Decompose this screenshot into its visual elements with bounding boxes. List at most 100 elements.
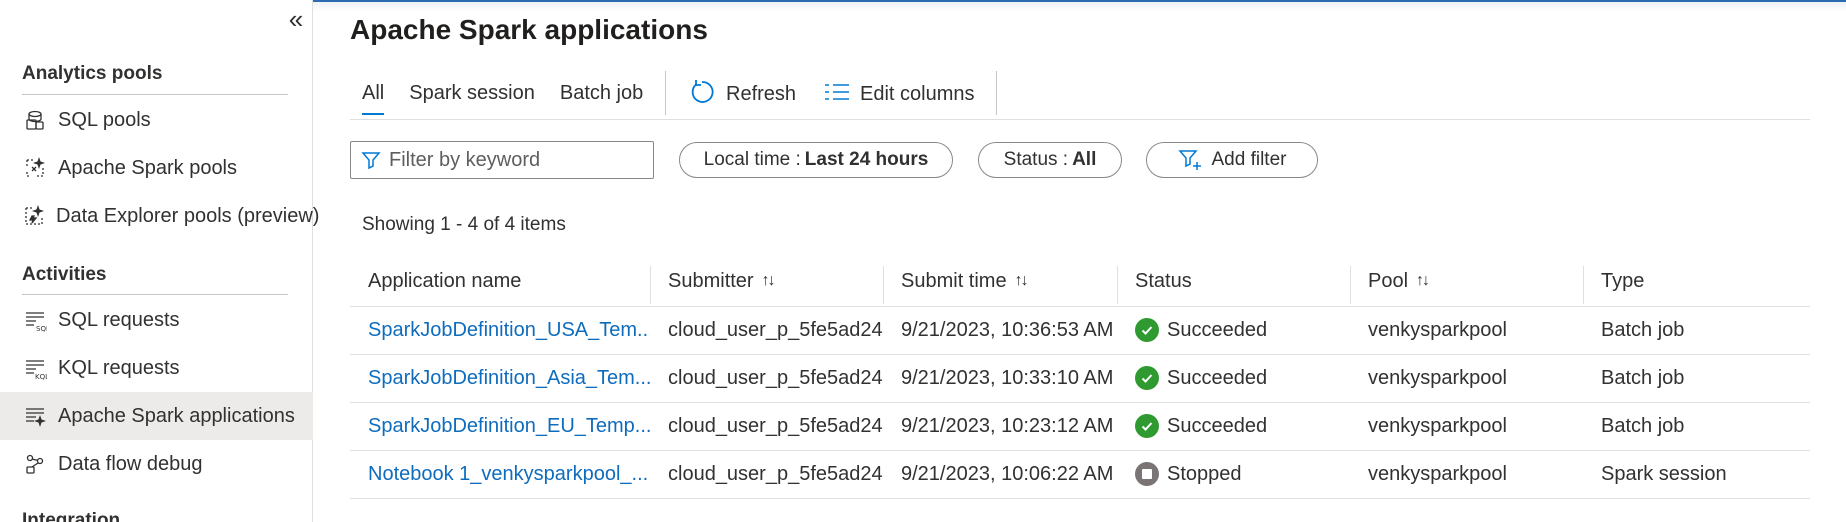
section-header-activities: Activities <box>22 264 107 285</box>
table-row[interactable]: SparkJobDefinition_EU_Temp... cloud_user… <box>350 402 1810 451</box>
sql-pools-icon <box>22 107 48 133</box>
add-filter-label: Add filter <box>1211 149 1287 170</box>
filter-keyword-field[interactable] <box>350 141 654 179</box>
spark-pools-icon <box>22 155 48 181</box>
item-count-text: Showing 1 - 4 of 4 items <box>362 214 566 235</box>
status-text: Succeeded <box>1167 318 1268 341</box>
status-cell: Succeeded <box>1117 354 1350 403</box>
status-filter-pill[interactable]: Status : All <box>978 142 1122 178</box>
column-header-label: Submit time <box>901 270 1007 293</box>
filter-keyword-input[interactable] <box>389 148 639 172</box>
status-text: Succeeded <box>1167 414 1268 437</box>
submit-time-cell: 9/21/2023, 10:36:53 AM <box>883 306 1117 355</box>
sidebar-item-data-explorer-pools[interactable]: Data Explorer pools (preview) <box>0 192 319 240</box>
column-header-pool[interactable]: Pool ↑↓ <box>1350 258 1583 307</box>
pool-cell: venkysparkpool <box>1350 402 1583 451</box>
status-cell: Succeeded <box>1117 402 1350 451</box>
table-row[interactable]: SparkJobDefinition_Asia_Tem... cloud_use… <box>350 354 1810 403</box>
status-cell: Succeeded <box>1117 306 1350 355</box>
table-header-row: Application name Submitter ↑↓ Submit time… <box>350 258 1810 307</box>
toolbar-separator <box>665 71 666 115</box>
column-header-type[interactable]: Type <box>1583 258 1810 307</box>
submit-time-cell: 9/21/2023, 10:23:12 AM <box>883 402 1117 451</box>
column-header-submitter[interactable]: Submitter ↑↓ <box>650 258 883 307</box>
svg-text:KQL: KQL <box>35 373 47 380</box>
status-filter-value: All <box>1072 149 1097 170</box>
submit-time-cell: 9/21/2023, 10:33:10 AM <box>883 354 1117 403</box>
sidebar-item-label: KQL requests <box>58 356 180 379</box>
collapse-sidebar-button[interactable]: « <box>284 6 308 32</box>
checkmark-icon <box>1135 366 1159 390</box>
edit-columns-button[interactable]: Edit columns <box>824 78 975 110</box>
sidebar-item-data-flow-debug[interactable]: Data flow debug <box>0 440 313 488</box>
local-time-value: Last 24 hours <box>804 149 929 170</box>
type-cell: Spark session <box>1583 450 1810 499</box>
filter-icon <box>361 150 381 170</box>
sort-icon[interactable]: ↑↓ <box>1015 272 1029 290</box>
refresh-button[interactable]: Refresh <box>688 78 796 110</box>
sidebar-item-apache-spark-applications[interactable]: Apache Spark applications <box>0 392 313 440</box>
sidebar-item-label: SQL pools <box>58 108 151 131</box>
svg-text:SQL: SQL <box>36 325 47 332</box>
page-title: Apache Spark applications <box>350 14 708 45</box>
sidebar-item-sql-requests[interactable]: SQL SQL requests <box>0 296 313 344</box>
checkmark-icon <box>1135 414 1159 438</box>
sidebar-item-sql-pools[interactable]: SQL pools <box>0 96 313 144</box>
type-cell: Batch job <box>1583 306 1810 355</box>
column-header-label: Submitter <box>668 270 754 293</box>
data-flow-icon <box>22 451 48 477</box>
stop-icon <box>1135 462 1159 486</box>
application-name-link[interactable]: SparkJobDefinition_EU_Temp... <box>350 402 650 451</box>
submitter-cell: cloud_user_p_5fe5ad24@ <box>650 306 883 355</box>
type-cell: Batch job <box>1583 402 1810 451</box>
column-header-label: Type <box>1601 270 1645 293</box>
tab-spark-session[interactable]: Spark session <box>409 82 535 111</box>
column-header-status[interactable]: Status <box>1117 258 1350 307</box>
data-explorer-icon <box>22 203 46 229</box>
applications-table: Application name Submitter ↑↓ Submit time… <box>350 258 1810 499</box>
status-cell: Stopped <box>1117 450 1350 499</box>
pool-cell: venkysparkpool <box>1350 306 1583 355</box>
application-name-link[interactable]: SparkJobDefinition_USA_Tem... <box>350 306 650 355</box>
local-time-filter-pill[interactable]: Local time : Last 24 hours <box>679 142 953 178</box>
add-filter-button[interactable]: Add filter <box>1146 142 1318 178</box>
status-text: Stopped <box>1167 462 1242 485</box>
sql-requests-icon: SQL <box>22 307 48 333</box>
column-header-application-name[interactable]: Application name <box>350 258 650 307</box>
spark-applications-icon <box>22 403 48 429</box>
column-header-label: Application name <box>368 270 522 293</box>
tab-bar: All Spark session Batch job <box>362 82 668 115</box>
sidebar-item-label: Data flow debug <box>58 452 203 475</box>
sidebar: « Analytics pools SQL pools Apache Spark… <box>0 0 319 522</box>
submit-time-cell: 9/21/2023, 10:06:22 AM <box>883 450 1117 499</box>
submitter-cell: cloud_user_p_5fe5ad24@ <box>650 354 883 403</box>
section-divider <box>22 94 288 95</box>
sidebar-item-kql-requests[interactable]: KQL KQL requests <box>0 344 313 392</box>
sort-icon[interactable]: ↑↓ <box>762 272 776 290</box>
application-name-link[interactable]: Notebook 1_venkysparkpool_... <box>350 450 650 499</box>
submitter-cell: cloud_user_p_5fe5ad24@ <box>650 450 883 499</box>
edit-columns-label: Edit columns <box>860 82 975 105</box>
tab-bar-divider <box>350 119 1810 120</box>
type-cell: Batch job <box>1583 354 1810 403</box>
kql-requests-icon: KQL <box>22 355 48 381</box>
sidebar-item-apache-spark-pools[interactable]: Apache Spark pools <box>0 144 313 192</box>
tab-batch-job[interactable]: Batch job <box>560 82 643 111</box>
table-row[interactable]: Notebook 1_venkysparkpool_... cloud_user… <box>350 450 1810 499</box>
local-time-label: Local time : <box>703 149 801 170</box>
sidebar-item-label: Apache Spark applications <box>58 404 295 427</box>
table-row[interactable]: SparkJobDefinition_USA_Tem... cloud_user… <box>350 306 1810 355</box>
refresh-label: Refresh <box>726 82 797 105</box>
edit-columns-icon <box>824 82 850 107</box>
add-filter-icon <box>1177 148 1202 172</box>
sort-icon[interactable]: ↑↓ <box>1416 272 1430 290</box>
column-header-label: Status <box>1135 270 1192 293</box>
pool-cell: venkysparkpool <box>1350 354 1583 403</box>
column-header-submit-time[interactable]: Submit time ↑↓ <box>883 258 1117 307</box>
tab-all[interactable]: All <box>362 82 385 115</box>
section-header-integration: Integration <box>22 510 121 522</box>
application-name-link[interactable]: SparkJobDefinition_Asia_Tem... <box>350 354 650 403</box>
pool-cell: venkysparkpool <box>1350 450 1583 499</box>
sidebar-item-label: Apache Spark pools <box>58 156 238 179</box>
sidebar-item-label: SQL requests <box>58 308 180 331</box>
